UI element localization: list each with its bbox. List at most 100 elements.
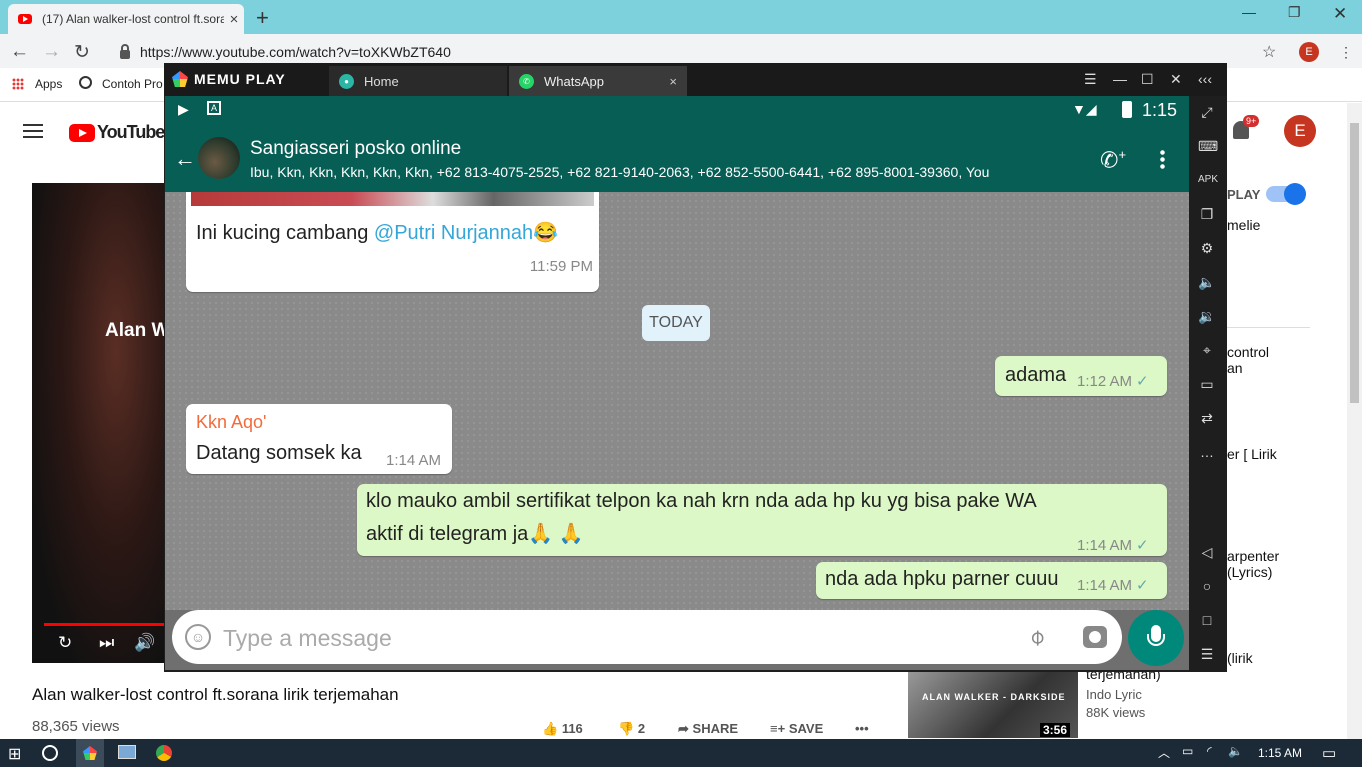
memu-collapse-icon[interactable]: ‹‹‹ [1198, 71, 1212, 87]
apk-icon[interactable]: APK [1198, 171, 1218, 189]
image-preview[interactable] [191, 192, 594, 206]
memu-close-icon[interactable]: ✕ [1170, 71, 1182, 88]
restore-window-icon[interactable]: ❐ [1288, 4, 1301, 21]
volume-up-icon[interactable]: 🔈 [1198, 273, 1216, 291]
message-bubble-in[interactable]: Ini kucing cambang @Putri Nurjannah😂 11:… [186, 192, 599, 292]
more-icon[interactable]: … [1198, 443, 1216, 461]
memu-tab-whatsapp[interactable]: ✆ WhatsApp × [509, 66, 687, 96]
add-call-icon[interactable]: ✆+ [1100, 147, 1126, 173]
message-bubble-out[interactable]: klo mauko ambil sertifikat telpon ka nah… [357, 484, 1167, 556]
video-progress-bar[interactable] [44, 623, 169, 626]
tab-close-icon[interactable]: × [224, 11, 244, 28]
memu-maximize-icon[interactable]: ☐ [1141, 71, 1154, 88]
memu-minimize-icon[interactable]: — [1113, 71, 1127, 87]
location-icon[interactable]: ⌖ [1198, 341, 1216, 359]
message-placeholder[interactable]: Type a message [223, 625, 392, 652]
taskbar-chrome-icon[interactable] [156, 745, 172, 761]
cortana-search-icon[interactable] [42, 745, 58, 761]
tab-label: Home [364, 73, 399, 89]
sender-name[interactable]: Kkn Aqo' [196, 412, 267, 433]
group-name[interactable]: Sangiasseri posko online [250, 138, 461, 160]
close-window-icon[interactable]: ✕ [1333, 4, 1347, 24]
message-bubble-in[interactable]: Kkn Aqo' Datang somsek ka 1:14 AM [186, 404, 452, 474]
scrollbar-thumb[interactable] [1350, 123, 1359, 403]
taskbar-memu-icon[interactable] [76, 739, 104, 767]
message-text: Datang somsek ka [196, 442, 362, 464]
hamburger-menu-icon[interactable] [23, 124, 43, 138]
url-input[interactable]: https://www.youtube.com/watch?v=toXKWbZT… [108, 39, 1288, 65]
save-label: SAVE [788, 721, 824, 736]
memu-tab-home[interactable]: ● Home [329, 66, 507, 96]
apps-grid-icon[interactable] [12, 78, 24, 90]
bookmark-star-icon[interactable]: ☆ [1262, 42, 1276, 62]
volume-down-icon[interactable]: 🔉 [1198, 307, 1216, 325]
sidebar-text[interactable]: arpenter [1227, 548, 1279, 564]
recommended-thumbnail[interactable]: ALAN WALKER - DARKSIDE 3:56 [908, 672, 1078, 738]
message-time: 1:12 AM ✓ [1077, 373, 1149, 390]
memu-list-icon[interactable]: ☰ [1198, 645, 1216, 663]
android-home-icon[interactable]: ○ [1198, 577, 1216, 595]
share-button[interactable]: ➦ SHARE [678, 721, 738, 737]
emoji-icon[interactable]: ☺ [185, 624, 211, 650]
tray-battery-icon[interactable]: ▭ [1182, 744, 1193, 758]
back-arrow-icon[interactable]: ← [174, 146, 196, 172]
taskbar-app-icon[interactable] [118, 745, 136, 759]
bookmark-apps[interactable]: Apps [35, 77, 62, 91]
like-button[interactable]: 👍 116 [542, 721, 583, 737]
chat-area[interactable]: Ini kucing cambang @Putri Nurjannah😂 11:… [165, 192, 1189, 610]
keyboard-icon[interactable]: ⌨ [1198, 137, 1218, 155]
video-player[interactable] [32, 183, 172, 663]
tray-chevron-icon[interactable]: ︿ [1158, 744, 1170, 761]
chrome-menu-icon[interactable]: ⋮ [1339, 44, 1353, 61]
multi-window-icon[interactable]: ❐ [1198, 205, 1216, 223]
android-recents-icon[interactable]: □ [1198, 611, 1216, 629]
new-tab-button[interactable]: + [256, 5, 269, 31]
volume-icon[interactable]: 🔊 [134, 633, 155, 653]
forward-arrow-icon[interactable]: → [42, 41, 61, 63]
bookmark-contoh[interactable]: Contoh Pro [102, 77, 163, 91]
save-button[interactable]: ≡+ SAVE [770, 721, 823, 736]
minimize-window-icon[interactable]: — [1242, 4, 1256, 20]
group-members[interactable]: Ibu, Kkn, Kkn, Kkn, Kkn, Kkn, +62 813-40… [250, 164, 1070, 180]
dislike-button[interactable]: 👎 2 [618, 721, 645, 737]
browser-tab-youtube[interactable]: (17) Alan walker-lost control ft.sorana … [8, 4, 244, 34]
profile-avatar[interactable]: E [1299, 42, 1319, 62]
action-center-icon[interactable]: ▭ [1322, 744, 1336, 762]
android-back-icon[interactable]: ◁ [1198, 543, 1216, 561]
reload-icon[interactable]: ↻ [74, 41, 90, 64]
fullscreen-icon[interactable]: ⤢ [1198, 103, 1216, 121]
tray-wifi-icon[interactable]: ◜ [1207, 744, 1212, 758]
windows-start-icon[interactable]: ⊞ [8, 744, 21, 764]
sidebar-text[interactable]: an [1227, 360, 1243, 376]
sidebar-text[interactable]: control [1227, 344, 1269, 360]
message-bubble-out[interactable]: nda ada hpku parner cuuu 1:14 AM ✓ [816, 562, 1167, 599]
sidebar-text[interactable]: (Lyrics) [1227, 564, 1272, 580]
view-count: 88,365 views [32, 718, 120, 735]
sidebar-text[interactable]: (lirik [1227, 650, 1253, 666]
message-text-line2: aktif di telegram ja🙏 🙏 [366, 523, 584, 545]
rotate-icon[interactable]: ⇄ [1198, 409, 1216, 427]
autoplay-toggle[interactable] [1266, 183, 1306, 205]
voice-record-button[interactable] [1128, 610, 1184, 666]
folder-icon[interactable]: ▭ [1198, 375, 1216, 393]
camera-icon[interactable] [1083, 626, 1107, 648]
youtube-logo[interactable]: YouTube ID [69, 120, 175, 143]
rec-channel[interactable]: Indo Lyric [1086, 687, 1142, 702]
mention[interactable]: @Putri Nurjannah [374, 222, 533, 244]
page-scrollbar[interactable] [1347, 103, 1362, 739]
settings-gear-icon[interactable]: ⚙ [1198, 239, 1216, 257]
back-arrow-icon[interactable]: ← [10, 41, 29, 63]
youtube-avatar[interactable]: E [1284, 115, 1316, 147]
overflow-menu-icon[interactable] [1160, 149, 1165, 169]
tray-volume-icon[interactable]: 🔈 [1228, 744, 1243, 758]
replay-icon[interactable]: ↻ [58, 633, 72, 653]
sidebar-text[interactable]: melie [1227, 217, 1260, 233]
next-icon[interactable]: ⏭ [99, 633, 114, 653]
group-avatar[interactable] [198, 137, 240, 179]
sidebar-text[interactable]: er [ Lirik [1227, 446, 1277, 462]
message-bubble-out[interactable]: adama 1:12 AM ✓ [995, 356, 1167, 396]
more-actions-icon[interactable]: ••• [855, 721, 869, 736]
taskbar-clock[interactable]: 1:15 AM [1258, 746, 1302, 760]
memu-menu-icon[interactable]: ☰ [1084, 71, 1097, 88]
close-tab-icon[interactable]: × [669, 74, 677, 89]
